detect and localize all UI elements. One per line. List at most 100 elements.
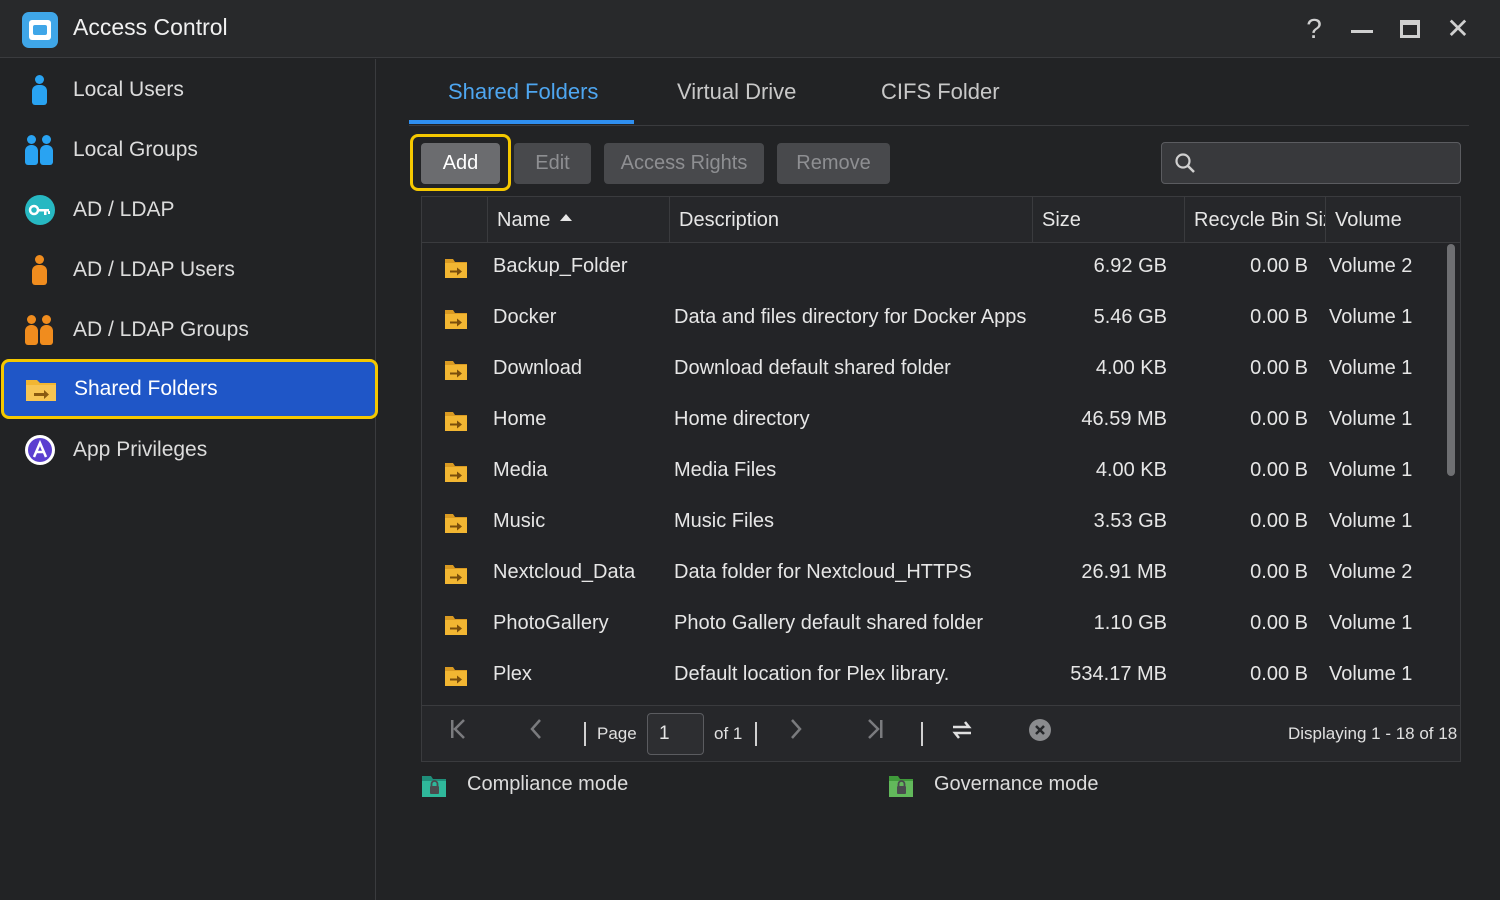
table-row[interactable]: Download Download default shared folder 4.… xyxy=(422,345,1446,396)
cell-volume: Volume 1 xyxy=(1329,459,1413,481)
search-icon xyxy=(1175,153,1195,173)
page-number-input[interactable]: 1 xyxy=(647,713,704,755)
cell-recycle-bin-size: 0.00 B xyxy=(1250,510,1308,532)
shared-folder-icon xyxy=(25,373,57,405)
compliance-folder-icon xyxy=(421,774,447,798)
app-privileges-icon xyxy=(24,434,56,466)
sidebar-item-label: Local Groups xyxy=(73,138,198,161)
cell-name: Docker xyxy=(493,306,557,328)
edit-button[interactable]: Edit xyxy=(514,143,591,184)
sidebar-item-local-groups[interactable]: Local Groups xyxy=(0,120,376,180)
pagination-bar: Page 1 of 1 Displaying 1 - 18 of 18 xyxy=(422,705,1460,761)
sidebar-item-ad-ldap-groups[interactable]: AD / LDAP Groups xyxy=(0,300,376,360)
sidebar-item-app-privileges[interactable]: App Privileges xyxy=(0,420,376,480)
minimize-icon[interactable] xyxy=(1345,12,1379,46)
title-bar: Access Control ? ✕ xyxy=(0,0,1500,58)
folder-icon xyxy=(444,512,468,534)
cell-name: Music xyxy=(493,510,546,532)
tab-cifs-folder[interactable]: CIFS Folder xyxy=(881,79,1000,105)
cell-size: 4.00 KB xyxy=(1095,357,1167,379)
vertical-scrollbar[interactable] xyxy=(1447,244,1455,476)
column-header-recycle-bin-size[interactable]: Recycle Bin Size xyxy=(1184,197,1326,242)
table-row[interactable]: Home Home directory 46.59 MB 0.00 B Volume 1 xyxy=(422,396,1446,447)
sidebar-item-label: AD / LDAP Groups xyxy=(73,318,249,341)
next-page-icon[interactable] xyxy=(788,718,804,747)
add-button[interactable]: Add xyxy=(421,143,500,184)
cell-description: Media Files xyxy=(674,459,777,481)
user-icon xyxy=(24,74,56,106)
table-row[interactable]: Music Music Files 3.53 GB 0.00 B Volume 1 xyxy=(422,498,1446,549)
legend-label: Governance mode xyxy=(934,773,1099,795)
cell-description: Data folder for Nextcloud_HTTPS xyxy=(674,561,972,583)
table-header: Name Description Size Recycle Bin Size V… xyxy=(422,197,1460,243)
last-page-icon[interactable] xyxy=(865,718,885,747)
maximize-icon[interactable] xyxy=(1393,12,1427,46)
table-row[interactable]: Nextcloud_Data Data folder for Nextcloud_… xyxy=(422,549,1446,600)
cell-size: 4.00 KB xyxy=(1095,459,1167,481)
sidebar-item-ad-ldap-users[interactable]: AD / LDAP Users xyxy=(0,240,376,300)
group-icon xyxy=(24,134,56,166)
table-row[interactable]: Docker Data and files directory for Docke… xyxy=(422,294,1446,345)
sidebar-item-ad-ldap[interactable]: AD / LDAP xyxy=(0,180,376,240)
cell-size: 534.17 MB xyxy=(1070,663,1167,685)
refresh-icon[interactable] xyxy=(949,718,975,749)
pager-separator xyxy=(921,722,923,746)
help-icon[interactable]: ? xyxy=(1297,12,1331,46)
table-row[interactable]: Backup_Folder 6.92 GB 0.00 B Volume 2 xyxy=(422,243,1446,294)
cell-size: 3.53 GB xyxy=(1093,510,1167,532)
cell-recycle-bin-size: 0.00 B xyxy=(1250,561,1308,583)
cell-volume: Volume 2 xyxy=(1329,255,1413,277)
folder-icon xyxy=(444,410,468,432)
folder-icon xyxy=(444,665,468,687)
folder-icon xyxy=(444,614,468,636)
table-row[interactable]: Media Media Files 4.00 KB 0.00 B Volume 1 xyxy=(422,447,1446,498)
cell-volume: Volume 1 xyxy=(1329,357,1413,379)
access-rights-button[interactable]: Access Rights xyxy=(604,143,764,184)
cell-name: Backup_Folder xyxy=(493,255,628,277)
cell-description: Default location for Plex library. xyxy=(674,663,950,685)
cell-volume: Volume 1 xyxy=(1329,408,1413,430)
cell-recycle-bin-size: 0.00 B xyxy=(1250,612,1308,634)
active-tab-indicator xyxy=(409,120,634,124)
tab-virtual-drive[interactable]: Virtual Drive xyxy=(677,79,796,105)
key-icon xyxy=(24,194,56,226)
shared-folders-table: Name Description Size Recycle Bin Size V… xyxy=(421,196,1461,762)
cell-volume: Volume 1 xyxy=(1329,663,1413,685)
access-control-app-icon xyxy=(22,12,58,48)
sidebar-item-label: Local Users xyxy=(73,78,184,101)
remove-button[interactable]: Remove xyxy=(777,143,890,184)
folder-icon xyxy=(444,461,468,483)
previous-page-icon[interactable] xyxy=(528,718,544,747)
cell-recycle-bin-size: 0.00 B xyxy=(1250,663,1308,685)
sidebar-item-shared-folders[interactable]: Shared Folders xyxy=(1,359,378,419)
tab-shared-folders[interactable]: Shared Folders xyxy=(448,79,598,105)
cell-description: Photo Gallery default shared folder xyxy=(674,612,984,634)
cell-description: Home directory xyxy=(674,408,810,430)
clear-filter-icon[interactable] xyxy=(1028,718,1052,749)
column-header-name[interactable]: Name xyxy=(487,197,670,242)
cell-description: Download default shared folder xyxy=(674,357,951,379)
column-header-description[interactable]: Description xyxy=(669,197,1033,242)
close-icon[interactable]: ✕ xyxy=(1441,12,1475,46)
first-page-icon[interactable] xyxy=(448,718,468,747)
legend-label: Compliance mode xyxy=(467,773,629,795)
cell-size: 6.92 GB xyxy=(1093,255,1167,277)
column-header-size[interactable]: Size xyxy=(1032,197,1185,242)
cell-volume: Volume 1 xyxy=(1329,306,1413,328)
ldap-group-icon xyxy=(24,314,56,346)
column-header-volume[interactable]: Volume xyxy=(1325,197,1460,242)
cell-recycle-bin-size: 0.00 B xyxy=(1250,255,1308,277)
cell-name: Plex xyxy=(493,663,532,685)
search-input[interactable] xyxy=(1161,142,1461,184)
cell-name: PhotoGallery xyxy=(493,612,609,634)
table-row[interactable]: Plex Default location for Plex library. 53… xyxy=(422,651,1446,702)
cell-size: 26.91 MB xyxy=(1081,561,1167,583)
sidebar-item-local-users[interactable]: Local Users xyxy=(0,60,376,120)
folder-icon xyxy=(444,563,468,585)
table-row[interactable]: PhotoGallery Photo Gallery default shared… xyxy=(422,600,1446,651)
folder-icon xyxy=(444,359,468,381)
tab-bar: Shared Folders Virtual Drive CIFS Folder xyxy=(409,59,1469,126)
cell-description: Data and files directory for Docker Apps xyxy=(674,306,1027,328)
pager-separator xyxy=(584,722,586,746)
sidebar-item-label: Shared Folders xyxy=(74,377,218,400)
